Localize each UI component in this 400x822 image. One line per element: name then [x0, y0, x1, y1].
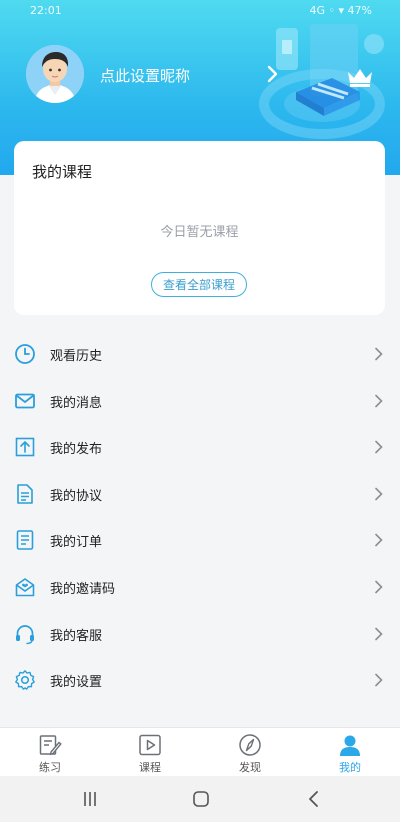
- avatar-icon: [26, 45, 84, 103]
- status-bar: 22:01 4G ◦ ▾ 47%: [0, 0, 400, 22]
- card-title: 我的课程: [32, 163, 93, 181]
- order-icon: [16, 530, 34, 551]
- compass-icon: [239, 734, 261, 756]
- crown-icon[interactable]: [346, 66, 374, 88]
- tab-discover[interactable]: 发现: [200, 728, 300, 776]
- tab-label: 发现: [239, 761, 261, 774]
- tab-label: 我的: [339, 761, 361, 774]
- menu-label: 观看历史: [50, 349, 103, 364]
- avatar[interactable]: [26, 45, 84, 103]
- my-courses-card: 我的课程 今日暂无课程 查看全部课程: [14, 141, 385, 315]
- menu-label: 我的设置: [50, 675, 103, 691]
- chevron-right-icon: [375, 627, 383, 640]
- status-indicators: 4G ◦ ▾ 47%: [309, 4, 372, 17]
- menu-label: 我的邀请码: [50, 581, 116, 597]
- header-illustration: [259, 24, 385, 139]
- menu-item-settings[interactable]: 我的设置: [0, 657, 400, 704]
- view-all-courses-button[interactable]: 查看全部课程: [151, 272, 247, 297]
- user-icon: [340, 735, 360, 756]
- menu-item-publish[interactable]: 我的发布: [0, 424, 400, 471]
- menu-label: 我的客服: [50, 628, 103, 644]
- menu-item-orders[interactable]: 我的订单: [0, 517, 400, 564]
- empty-courses-text: 今日暂无课程: [160, 225, 239, 240]
- chevron-right-icon: [375, 347, 383, 361]
- menu-item-invite-code[interactable]: 我的邀请码: [0, 564, 400, 611]
- menu-item-customer-service[interactable]: 我的客服: [0, 611, 400, 658]
- recent-apps-icon[interactable]: [80, 789, 100, 809]
- menu-item-history[interactable]: 观看历史: [0, 331, 400, 378]
- chevron-right-icon: [375, 673, 383, 687]
- menu-item-messages[interactable]: 我的消息: [0, 378, 400, 425]
- nickname-link[interactable]: 点此设置昵称: [100, 65, 190, 86]
- invite-icon: [15, 578, 35, 597]
- chevron-right-icon: [375, 394, 383, 407]
- tab-practice[interactable]: 练习: [0, 728, 100, 776]
- status-time: 22:01: [30, 4, 62, 17]
- document-icon: [17, 483, 33, 504]
- gear-icon: [15, 670, 35, 690]
- system-navigation-bar: [0, 776, 400, 822]
- menu-label: 我的协议: [50, 488, 103, 504]
- menu-item-agreement[interactable]: 我的协议: [0, 471, 400, 518]
- chevron-right-icon: [375, 534, 383, 547]
- menu-label: 我的订单: [50, 535, 103, 551]
- menu-label: 我的消息: [50, 395, 103, 411]
- chevron-right-icon: [375, 487, 383, 501]
- clock-icon: [15, 344, 35, 364]
- play-icon: [139, 734, 161, 756]
- profile-menu: 观看历史 我的消息 我的发布 我的协议 我的订单 我的邀请码 我的客服 我的设置: [0, 331, 400, 704]
- mail-icon: [15, 393, 35, 408]
- upload-icon: [15, 437, 35, 457]
- tab-mine[interactable]: 我的: [300, 728, 400, 776]
- bottom-tab-bar: 练习 课程 发现 我的: [0, 727, 400, 776]
- tab-label: 练习: [39, 761, 61, 774]
- tab-courses[interactable]: 课程: [100, 728, 200, 776]
- chevron-right-icon: [375, 440, 383, 454]
- practice-icon: [39, 735, 62, 756]
- menu-label: 我的发布: [50, 442, 103, 458]
- headset-icon: [16, 624, 34, 644]
- home-icon[interactable]: [191, 789, 211, 809]
- chevron-right-icon: [375, 580, 383, 594]
- back-icon[interactable]: [304, 789, 324, 809]
- tab-label: 课程: [139, 761, 161, 774]
- chevron-right-icon[interactable]: [266, 64, 280, 84]
